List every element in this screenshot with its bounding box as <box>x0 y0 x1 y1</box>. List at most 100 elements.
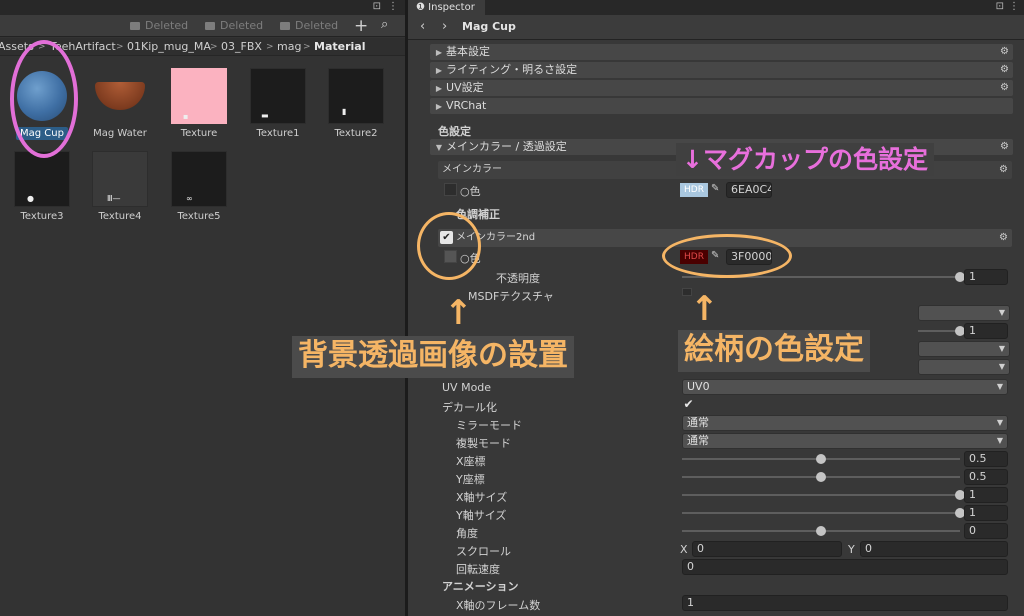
breadcrumb-item[interactable]: 01Kip_mug_MA <box>127 38 211 55</box>
breadcrumb-item[interactable]: 03_FBX <box>221 38 262 55</box>
texture-mark: Ⅲ— <box>107 194 121 203</box>
chevron-down-icon: ▼ <box>998 308 1005 317</box>
texture-slot[interactable] <box>444 183 457 196</box>
filter-deleted-1[interactable]: Deleted <box>130 19 188 32</box>
slider-track <box>682 494 960 496</box>
scroll-y-field[interactable]: 0 <box>860 541 1008 557</box>
uv-mode-label: UV Mode <box>442 381 492 394</box>
gear-icon[interactable]: ⚙ <box>1000 44 1009 60</box>
texture-thumbnail: ● <box>14 151 70 207</box>
gear-icon[interactable]: ⚙ <box>999 229 1008 247</box>
gear-icon[interactable]: ⚙ <box>1000 62 1009 78</box>
asset-label: Texture4 <box>98 211 142 222</box>
chevron-right-icon: > <box>210 42 218 52</box>
search-icon[interactable]: ⌕ <box>381 17 388 32</box>
texture-mark: ▮ <box>342 107 347 116</box>
texture-thumbnail: ▬ <box>250 68 306 124</box>
project-tab-strip: ⊡ ⋮ <box>0 0 405 15</box>
asset-texture2[interactable]: ▮ Texture2 <box>320 68 392 140</box>
y-size-slider[interactable] <box>682 505 965 521</box>
bowl-preview <box>95 82 145 110</box>
hidden-field[interactable]: 1 <box>964 323 1008 339</box>
scroll-label: スクロール <box>456 545 511 558</box>
uv-mode-dropdown[interactable]: UV0 ▼ <box>682 379 1008 395</box>
slider-knob[interactable] <box>816 526 826 536</box>
angle-slider[interactable] <box>682 523 960 539</box>
inspector-tab-strip: ❶ Inspector ⊡ ⋮ <box>408 0 1024 15</box>
x-frames-field[interactable]: 1 <box>682 595 1008 611</box>
asset-texture4[interactable]: Ⅲ— Texture4 <box>84 151 156 223</box>
create-button[interactable]: + <box>354 16 368 36</box>
decal-label: デカール化 <box>442 401 497 414</box>
filter-deleted-3[interactable]: Deleted <box>280 19 338 32</box>
foldout-lighting[interactable]: ▶ ライティング・明るさ設定 ⚙ <box>430 62 1013 78</box>
hidden-slider[interactable] <box>918 323 965 339</box>
hidden-dropdown-3[interactable]: ▼ <box>918 359 1010 375</box>
breadcrumb-item[interactable]: mag <box>277 38 301 55</box>
x-position-slider[interactable] <box>682 451 960 467</box>
asset-texture3[interactable]: ● Texture3 <box>6 151 78 223</box>
asset-texture1[interactable]: ▬ Texture1 <box>242 68 314 140</box>
highlight-circle <box>10 40 78 158</box>
filter-deleted-2[interactable]: Deleted <box>205 19 263 32</box>
triangle-right-icon: ▶ <box>435 66 443 75</box>
mirror-mode-dropdown[interactable]: 通常 ▼ <box>682 415 1008 431</box>
angle-label: 角度 <box>456 527 478 540</box>
decal-checkbox[interactable]: ✔ <box>682 398 695 411</box>
chevron-down-icon: ▼ <box>996 418 1003 427</box>
copy-mode-dropdown[interactable]: 通常 ▼ <box>682 433 1008 449</box>
hidden-dropdown[interactable]: ▼ <box>918 305 1010 321</box>
slider-knob[interactable] <box>816 454 826 464</box>
chevron-right-icon: > <box>303 42 311 52</box>
scroll-x-label: X <box>680 543 688 556</box>
triangle-right-icon: ▶ <box>435 102 443 111</box>
gear-icon[interactable]: ⚙ <box>1000 80 1009 96</box>
inspector-header: ‹ › Mag Cup <box>408 15 1024 40</box>
angle-field[interactable]: 0 <box>964 523 1008 539</box>
rotation-speed-field[interactable]: 0 <box>682 559 1008 575</box>
copy-mode-label: 複製モード <box>456 437 511 450</box>
chevron-right-icon: > <box>266 42 274 52</box>
x-size-label: X軸サイズ <box>456 491 508 504</box>
back-icon[interactable]: ‹ <box>420 19 425 34</box>
y-position-slider[interactable] <box>682 469 960 485</box>
slider-knob[interactable] <box>816 472 826 482</box>
x-position-field[interactable]: 0.5 <box>964 451 1008 467</box>
opacity-field[interactable]: 1 <box>964 269 1008 285</box>
hidden-dropdown-2[interactable]: ▼ <box>918 341 1010 357</box>
asset-texture[interactable]: ▪ Texture <box>163 68 235 140</box>
main-color-swatch[interactable]: HDR <box>680 183 708 197</box>
foldout-uv[interactable]: ▶ UV設定 ⚙ <box>430 80 1013 96</box>
y-position-field[interactable]: 0.5 <box>964 469 1008 485</box>
eyedropper-icon[interactable]: ✎ <box>711 183 719 194</box>
menu-icon[interactable]: ⋮ <box>1009 1 1019 12</box>
chevron-down-icon: ▼ <box>998 344 1005 353</box>
scroll-x-field[interactable]: 0 <box>692 541 842 557</box>
section-color-settings: 色設定 <box>438 125 471 138</box>
x-size-field[interactable]: 1 <box>964 487 1008 503</box>
x-size-slider[interactable] <box>682 487 965 503</box>
asset-mag-water[interactable]: Mag Water <box>84 68 156 140</box>
breadcrumb-current[interactable]: Material <box>314 38 365 55</box>
asset-texture5[interactable]: ∞ Texture5 <box>163 151 235 223</box>
color-label: ○色 <box>460 185 481 198</box>
foldout-basic-settings[interactable]: ▶ 基本設定 ⚙ <box>430 44 1013 60</box>
triangle-right-icon: ▶ <box>435 48 443 57</box>
lock-icon[interactable]: ⊡ <box>373 1 381 12</box>
forward-icon[interactable]: › <box>442 19 447 34</box>
menu-icon[interactable]: ⋮ <box>388 1 398 12</box>
project-toolbar: Deleted Deleted Deleted + ⌕ <box>0 15 405 37</box>
tab-inspector[interactable]: ❶ Inspector <box>408 0 485 15</box>
gear-icon[interactable]: ⚙ <box>1000 139 1009 155</box>
info-icon: ❶ <box>416 2 429 13</box>
triangle-right-icon: ▶ <box>435 84 443 93</box>
lock-icon[interactable]: ⊡ <box>996 1 1004 12</box>
mirror-mode-label: ミラーモード <box>456 419 522 432</box>
gear-icon[interactable]: ⚙ <box>999 161 1008 179</box>
asset-label: Texture3 <box>20 211 64 222</box>
texture-thumbnail: ▮ <box>328 68 384 124</box>
annotation-cup-color: ↓マグカップの色設定 <box>676 143 934 176</box>
foldout-vrchat[interactable]: ▶ VRChat <box>430 98 1013 114</box>
main-color-hex-field[interactable]: 6EA0C4 <box>726 182 772 198</box>
y-size-field[interactable]: 1 <box>964 505 1008 521</box>
